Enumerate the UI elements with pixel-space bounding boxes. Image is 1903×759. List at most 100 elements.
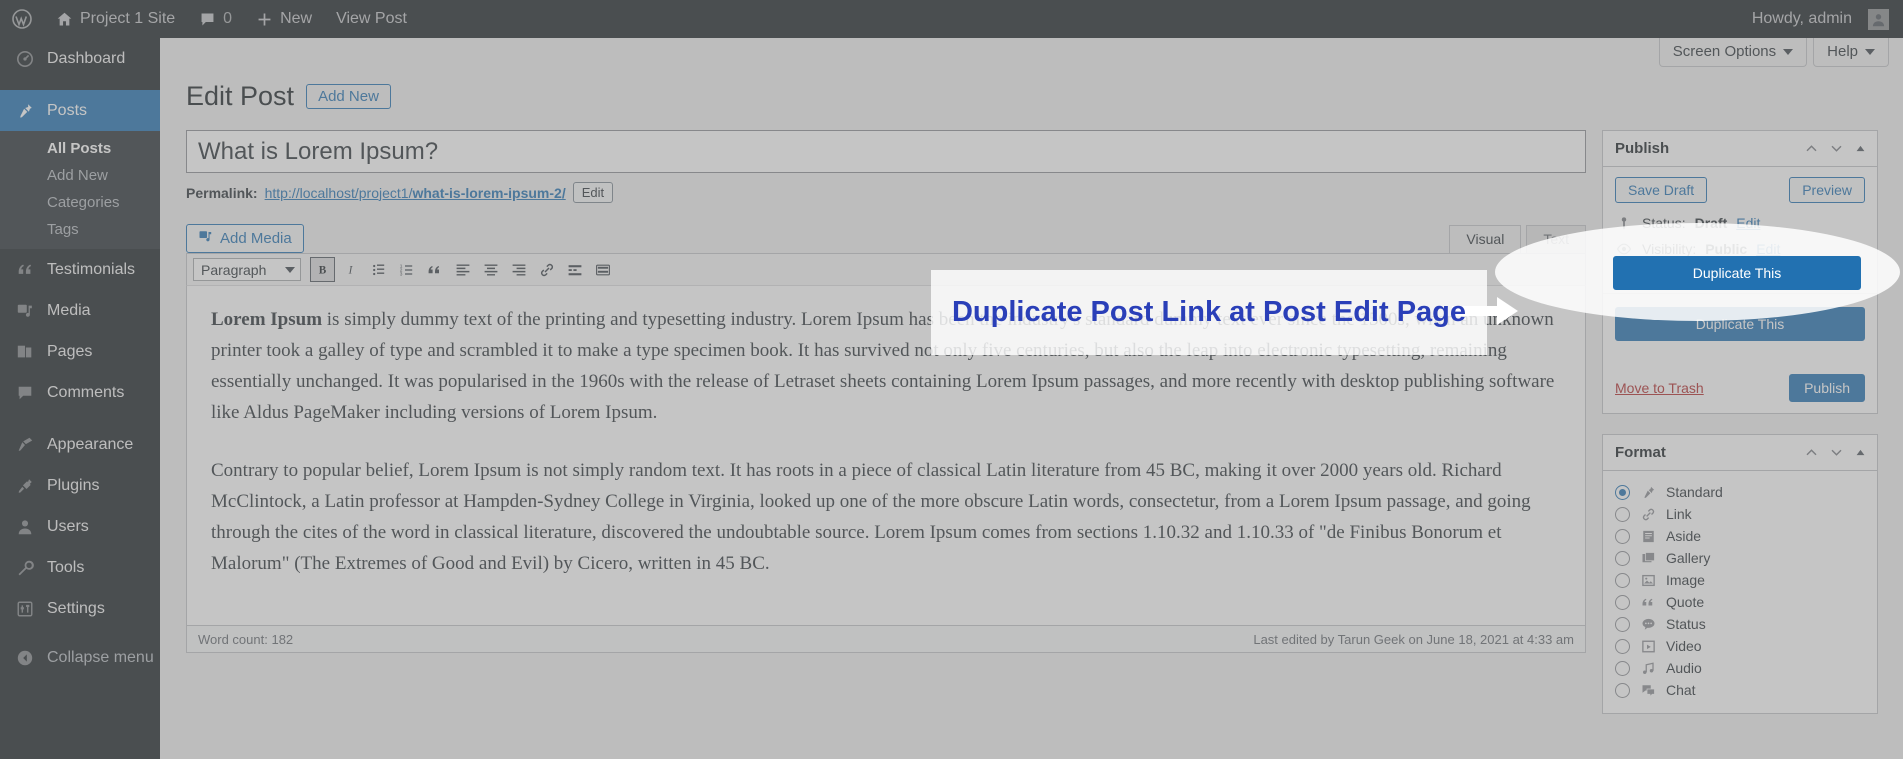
move-up-icon[interactable] xyxy=(1804,445,1819,460)
sidebar-item-tags[interactable]: Tags xyxy=(0,216,160,243)
align-right-icon[interactable] xyxy=(506,257,531,282)
media-icon xyxy=(14,302,36,320)
radio-quote[interactable] xyxy=(1615,594,1630,610)
format-option-label: Status xyxy=(1666,616,1706,632)
align-center-icon[interactable] xyxy=(478,257,503,282)
howdy-menu[interactable]: Howdy, admin xyxy=(1740,0,1889,38)
insert-link-icon[interactable] xyxy=(534,257,559,282)
edit-schedule-link[interactable]: Edit xyxy=(1787,267,1811,283)
video-icon xyxy=(1639,639,1657,654)
publish-metabox: Publish Save Draft Preview Status: Draft… xyxy=(1602,130,1878,414)
sidebar-item-add-new[interactable]: Add New xyxy=(0,162,160,189)
eye-icon xyxy=(1615,241,1633,257)
screen-options-button[interactable]: Screen Options xyxy=(1658,38,1808,67)
help-button[interactable]: Help xyxy=(1813,38,1889,67)
blockquote-icon[interactable] xyxy=(422,257,447,282)
sidebar-item-appearance[interactable]: Appearance xyxy=(0,424,160,465)
publish-button[interactable]: Publish xyxy=(1789,374,1865,402)
comments-bubble-button[interactable]: 0 xyxy=(187,0,244,38)
radio-link[interactable] xyxy=(1615,506,1630,522)
tab-text[interactable]: Text xyxy=(1526,225,1586,253)
format-metabox-title: Format xyxy=(1615,444,1666,461)
sidebar-divider xyxy=(0,413,160,424)
sidebar-item-plugins[interactable]: Plugins xyxy=(0,465,160,506)
sidebar-item-label: Posts xyxy=(47,101,88,119)
duplicate-section: Duplicate This xyxy=(1603,293,1877,353)
status-prefix: Status: xyxy=(1642,215,1686,231)
sidebar-item-testimonials[interactable]: Testimonials xyxy=(0,249,160,290)
format-option-standard[interactable]: Standard xyxy=(1615,481,1865,503)
pin-icon xyxy=(1639,485,1657,500)
post-title-input[interactable] xyxy=(186,130,1586,173)
sidebar-item-comments[interactable]: Comments xyxy=(0,372,160,413)
sidebar-item-categories[interactable]: Categories xyxy=(0,189,160,216)
align-left-icon[interactable] xyxy=(450,257,475,282)
radio-video[interactable] xyxy=(1615,638,1630,654)
edit-visibility-link[interactable]: Edit xyxy=(1756,241,1780,257)
edit-permalink-button[interactable]: Edit xyxy=(572,182,614,203)
radio-status[interactable] xyxy=(1615,616,1630,632)
format-option-audio[interactable]: Audio xyxy=(1615,657,1865,679)
format-option-image[interactable]: Image xyxy=(1615,569,1865,591)
page-title-row: Edit Post Add New xyxy=(186,79,391,114)
paragraph-format-select[interactable]: Paragraph xyxy=(193,258,301,281)
new-content-button[interactable]: New xyxy=(244,0,324,38)
post-paragraph-2: Contrary to popular belief, Lorem Ipsum … xyxy=(211,459,1531,575)
format-option-aside[interactable]: Aside xyxy=(1615,525,1865,547)
sidebar-item-settings[interactable]: Settings xyxy=(0,588,160,629)
radio-standard[interactable] xyxy=(1615,484,1630,500)
site-name-menu[interactable]: Project 1 Site xyxy=(44,0,187,38)
move-down-icon[interactable] xyxy=(1829,445,1844,460)
move-up-icon[interactable] xyxy=(1804,141,1819,156)
format-option-video[interactable]: Video xyxy=(1615,635,1865,657)
sidebar-item-all-posts[interactable]: All Posts xyxy=(0,135,160,162)
duplicate-this-button[interactable]: Duplicate This xyxy=(1615,307,1865,341)
visibility-row: Visibility: Public Edit xyxy=(1615,241,1865,257)
toolbar-toggle-icon[interactable] xyxy=(590,257,615,282)
wordpress-logo-button[interactable] xyxy=(0,0,44,38)
metabox-controls xyxy=(1804,141,1867,156)
tab-visual[interactable]: Visual xyxy=(1449,225,1522,253)
save-draft-button[interactable]: Save Draft xyxy=(1615,177,1708,203)
editor-content-area[interactable]: Lorem Ipsum is simply dummy text of the … xyxy=(186,286,1586,626)
post-sidebar-column: Publish Save Draft Preview Status: Draft… xyxy=(1602,130,1878,734)
format-option-gallery[interactable]: Gallery xyxy=(1615,547,1865,569)
format-option-link[interactable]: Link xyxy=(1615,503,1865,525)
move-to-trash-link[interactable]: Move to Trash xyxy=(1615,380,1704,396)
visibility-value: Public xyxy=(1705,241,1748,257)
format-option-status[interactable]: Status xyxy=(1615,613,1865,635)
radio-chat[interactable] xyxy=(1615,682,1630,698)
collapse-menu-button[interactable]: Collapse menu xyxy=(0,637,160,678)
sidebar-item-users[interactable]: Users xyxy=(0,506,160,547)
add-media-button[interactable]: Add Media xyxy=(186,224,304,253)
permalink-link[interactable]: http://localhost/project1/what-is-lorem-… xyxy=(265,185,566,201)
sidebar-item-media[interactable]: Media xyxy=(0,290,160,331)
numbered-list-icon[interactable]: 123 xyxy=(394,257,419,282)
bold-icon[interactable]: B xyxy=(310,257,335,282)
toggle-panel-icon[interactable] xyxy=(1854,142,1867,155)
format-option-quote[interactable]: Quote xyxy=(1615,591,1865,613)
metabox-controls xyxy=(1804,445,1867,460)
radio-gallery[interactable] xyxy=(1615,550,1630,566)
radio-aside[interactable] xyxy=(1615,528,1630,544)
sidebar-item-posts[interactable]: Posts xyxy=(0,90,160,131)
read-more-icon[interactable] xyxy=(562,257,587,282)
radio-audio[interactable] xyxy=(1615,660,1630,676)
word-count: Word count: 182 xyxy=(198,631,294,647)
preview-button[interactable]: Preview xyxy=(1789,177,1865,203)
format-option-chat[interactable]: Chat xyxy=(1615,679,1865,701)
dashboard-icon xyxy=(14,50,36,68)
bulleted-list-icon[interactable] xyxy=(366,257,391,282)
add-new-button[interactable]: Add New xyxy=(306,84,391,110)
format-option-label: Audio xyxy=(1666,660,1702,676)
edit-status-link[interactable]: Edit xyxy=(1736,215,1760,231)
radio-image[interactable] xyxy=(1615,572,1630,588)
move-down-icon[interactable] xyxy=(1829,141,1844,156)
view-post-button[interactable]: View Post xyxy=(324,0,419,38)
user-icon xyxy=(14,518,36,536)
italic-icon[interactable]: I xyxy=(338,257,363,282)
sidebar-item-pages[interactable]: Pages xyxy=(0,331,160,372)
sidebar-item-dashboard[interactable]: Dashboard xyxy=(0,38,160,79)
sidebar-item-tools[interactable]: Tools xyxy=(0,547,160,588)
toggle-panel-icon[interactable] xyxy=(1854,446,1867,459)
